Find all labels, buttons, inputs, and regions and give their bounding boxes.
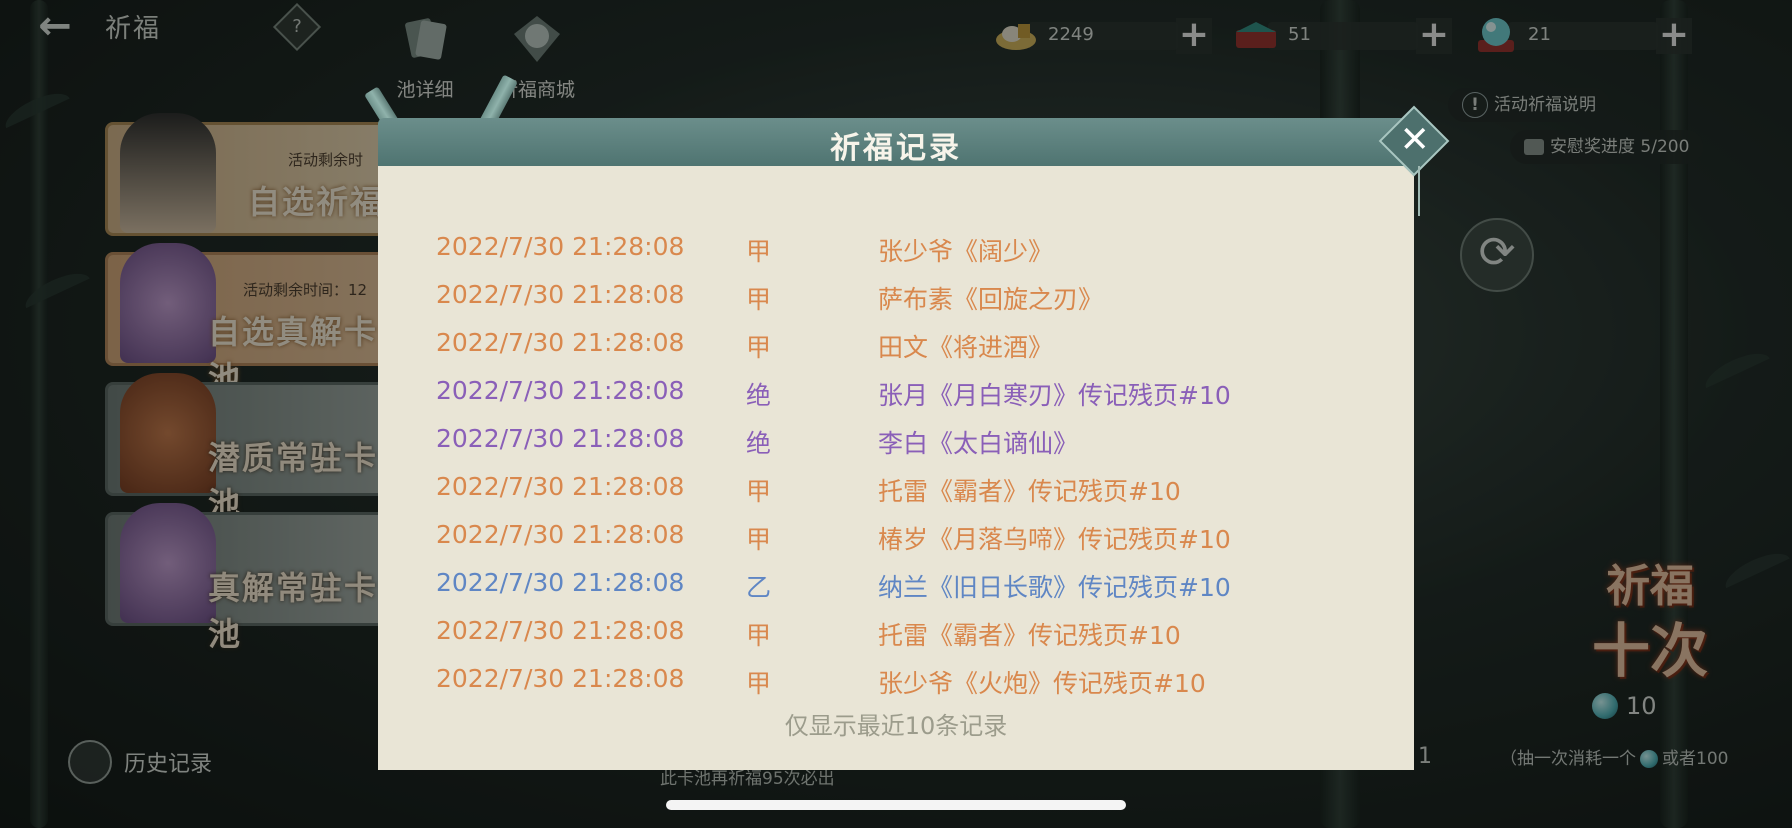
- record-time: 2022/7/30 21:28:08: [436, 328, 685, 357]
- modal-header: 祈福记录: [378, 118, 1414, 168]
- record-name: 托雷《霸者》传记残页#10: [878, 477, 1181, 506]
- record-name: 张少爷《阔少》: [878, 237, 1054, 266]
- record-time: 2022/7/30 21:28:08: [436, 616, 685, 645]
- record-rank: 甲: [746, 525, 772, 554]
- record-rank: 甲: [746, 333, 772, 362]
- record-rank: 甲: [746, 285, 772, 314]
- record-name: 张少爷《火炮》传记残页#10: [878, 669, 1206, 698]
- home-indicator[interactable]: [666, 800, 1126, 810]
- record-time: 2022/7/30 21:28:08: [436, 568, 685, 597]
- record-rank: 甲: [746, 237, 772, 266]
- record-rank: 甲: [746, 669, 772, 698]
- record-rank: 甲: [746, 477, 772, 506]
- record-row: 2022/7/30 21:28:08 甲 田文《将进酒》: [436, 322, 1336, 370]
- record-row: 2022/7/30 21:28:08 绝 张月《月白寒刃》传记残页#10: [436, 370, 1336, 418]
- record-time: 2022/7/30 21:28:08: [436, 472, 685, 501]
- record-row: 2022/7/30 21:28:08 甲 萨布素《回旋之刃》: [436, 274, 1336, 322]
- record-rank: 乙: [746, 573, 772, 602]
- record-time: 2022/7/30 21:28:08: [436, 520, 685, 549]
- modal-title: 祈福记录: [830, 131, 962, 166]
- record-time: 2022/7/30 21:28:08: [436, 424, 685, 453]
- record-row: 2022/7/30 21:28:08 乙 纳兰《旧日长歌》传记残页#10: [436, 562, 1336, 610]
- record-name: 张月《月白寒刃》传记残页#10: [878, 381, 1231, 410]
- record-name: 托雷《霸者》传记残页#10: [878, 621, 1181, 650]
- record-time: 2022/7/30 21:28:08: [436, 664, 685, 693]
- record-row: 2022/7/30 21:28:08 甲 张少爷《火炮》传记残页#10: [436, 658, 1336, 706]
- record-name: 椿岁《月落乌啼》传记残页#10: [878, 525, 1231, 554]
- record-row: 2022/7/30 21:28:08 甲 椿岁《月落乌啼》传记残页#10: [436, 514, 1336, 562]
- record-name: 纳兰《旧日长歌》传记残页#10: [878, 573, 1231, 602]
- record-row: 2022/7/30 21:28:08 甲 张少爷《阔少》: [436, 226, 1336, 274]
- record-time: 2022/7/30 21:28:08: [436, 376, 685, 405]
- record-row: 2022/7/30 21:28:08 甲 托雷《霸者》传记残页#10: [436, 466, 1336, 514]
- close-icon: ✕: [1399, 119, 1430, 161]
- record-name: 田文《将进酒》: [878, 333, 1054, 362]
- record-name: 李白《太白谪仙》: [878, 429, 1079, 458]
- record-time: 2022/7/30 21:28:08: [436, 232, 685, 261]
- records-footnote: 仅显示最近10条记录: [784, 712, 1008, 740]
- records-list: 2022/7/30 21:28:08 甲张少爷《阔少》 2022/7/30 21:2…: [436, 226, 1336, 706]
- record-row: 2022/7/30 21:28:08 绝 李白《太白谪仙》: [436, 418, 1336, 466]
- record-time: 2022/7/30 21:28:08: [436, 280, 685, 309]
- record-name: 萨布素《回旋之刃》: [878, 285, 1104, 314]
- record-rank: 绝: [746, 381, 772, 410]
- record-rank: 甲: [746, 621, 772, 650]
- record-rank: 绝: [746, 429, 772, 458]
- tassel-ornament: [1418, 166, 1420, 216]
- record-row: 2022/7/30 21:28:08 甲 托雷《霸者》传记残页#10: [436, 610, 1336, 658]
